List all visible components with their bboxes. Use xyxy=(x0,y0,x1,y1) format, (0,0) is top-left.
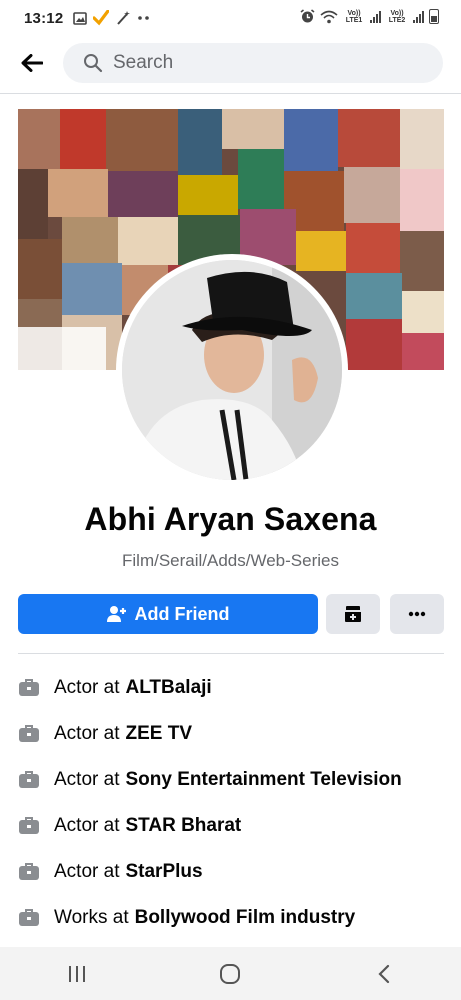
back-chevron-icon xyxy=(378,964,390,983)
profile-name: Abhi Aryan Saxena xyxy=(84,501,377,537)
briefcase-icon xyxy=(18,816,40,836)
recents-icon xyxy=(68,965,85,982)
search-input[interactable] xyxy=(111,51,415,75)
work-item-prefix: Actor at xyxy=(54,861,120,882)
profile-picture-frame[interactable] xyxy=(116,254,348,486)
search-icon xyxy=(83,53,103,73)
work-item[interactable]: Works at Bollywood Film industry xyxy=(18,895,448,941)
work-history-list: Actor at ALTBalaji Actor at ZEE TV Actor… xyxy=(18,665,448,941)
home-icon xyxy=(220,963,241,984)
alarm-icon xyxy=(300,9,315,23)
magic-wand-icon xyxy=(117,11,131,25)
status-bar: 13:12 Vo)) LTE1 Vo)) LTE2 xyxy=(0,0,461,36)
back-button[interactable] xyxy=(17,48,47,78)
person-plus-icon xyxy=(106,606,126,622)
sim1-label: Vo)) LTE1 xyxy=(345,9,363,24)
home-button[interactable] xyxy=(200,954,260,994)
work-item[interactable]: Actor at ALTBalaji xyxy=(18,665,448,711)
search-bar[interactable] xyxy=(63,43,443,83)
work-item-place: StarPlus xyxy=(125,861,203,882)
profile-actions: Add Friend xyxy=(18,594,444,636)
save-add-icon xyxy=(345,606,361,622)
system-navigation-bar xyxy=(0,947,461,1000)
briefcase-icon xyxy=(18,862,40,882)
briefcase-icon xyxy=(18,678,40,698)
sim2-label: Vo)) LTE2 xyxy=(388,9,406,24)
system-back-button[interactable] xyxy=(354,954,414,994)
profile-category: Film/Serail/Adds/Web-Series xyxy=(122,551,339,570)
check-icon xyxy=(93,10,110,26)
image-icon xyxy=(73,11,88,25)
briefcase-icon xyxy=(18,724,40,744)
work-item-prefix: Works at xyxy=(54,907,129,928)
add-friend-label: Add Friend xyxy=(134,603,230,624)
work-item-prefix: Actor at xyxy=(54,723,120,744)
work-item-place: Bollywood Film industry xyxy=(134,907,356,928)
work-item-place: ALTBalaji xyxy=(125,677,212,698)
battery-icon xyxy=(429,9,439,24)
work-item-prefix: Actor at xyxy=(54,769,120,790)
status-time: 13:12 xyxy=(24,9,64,27)
work-item[interactable]: Actor at Sony Entertainment Television xyxy=(18,757,448,803)
briefcase-icon xyxy=(18,770,40,790)
status-left-icons xyxy=(73,10,151,26)
work-item-place: STAR Bharat xyxy=(125,815,242,836)
status-right-icons: Vo)) LTE1 Vo)) LTE2 xyxy=(300,9,439,24)
work-item-prefix: Actor at xyxy=(54,677,120,698)
back-arrow-icon xyxy=(21,54,43,72)
search-header xyxy=(0,42,461,86)
more-dots-icon xyxy=(138,16,150,20)
work-item-prefix: Actor at xyxy=(54,815,120,836)
profile-portrait-image xyxy=(122,260,342,480)
add-friend-button[interactable]: Add Friend xyxy=(18,594,318,634)
work-item[interactable]: Actor at StarPlus xyxy=(18,849,448,895)
work-item-place: ZEE TV xyxy=(125,723,192,744)
more-options-button[interactable] xyxy=(390,594,444,634)
work-item[interactable]: Actor at STAR Bharat xyxy=(18,803,448,849)
profile-picture[interactable] xyxy=(122,260,342,480)
signal-sim1-icon xyxy=(370,10,381,23)
signal-sim2-icon xyxy=(413,10,424,23)
briefcase-icon xyxy=(18,908,40,928)
header-divider xyxy=(0,93,461,94)
more-horizontal-icon xyxy=(408,611,426,617)
work-item-place: Sony Entertainment Television xyxy=(125,769,402,790)
recents-button[interactable] xyxy=(47,954,107,994)
work-item[interactable]: Actor at ZEE TV xyxy=(18,711,448,757)
save-add-button[interactable] xyxy=(326,594,380,634)
wifi-icon xyxy=(320,10,338,23)
actions-divider xyxy=(18,653,444,654)
